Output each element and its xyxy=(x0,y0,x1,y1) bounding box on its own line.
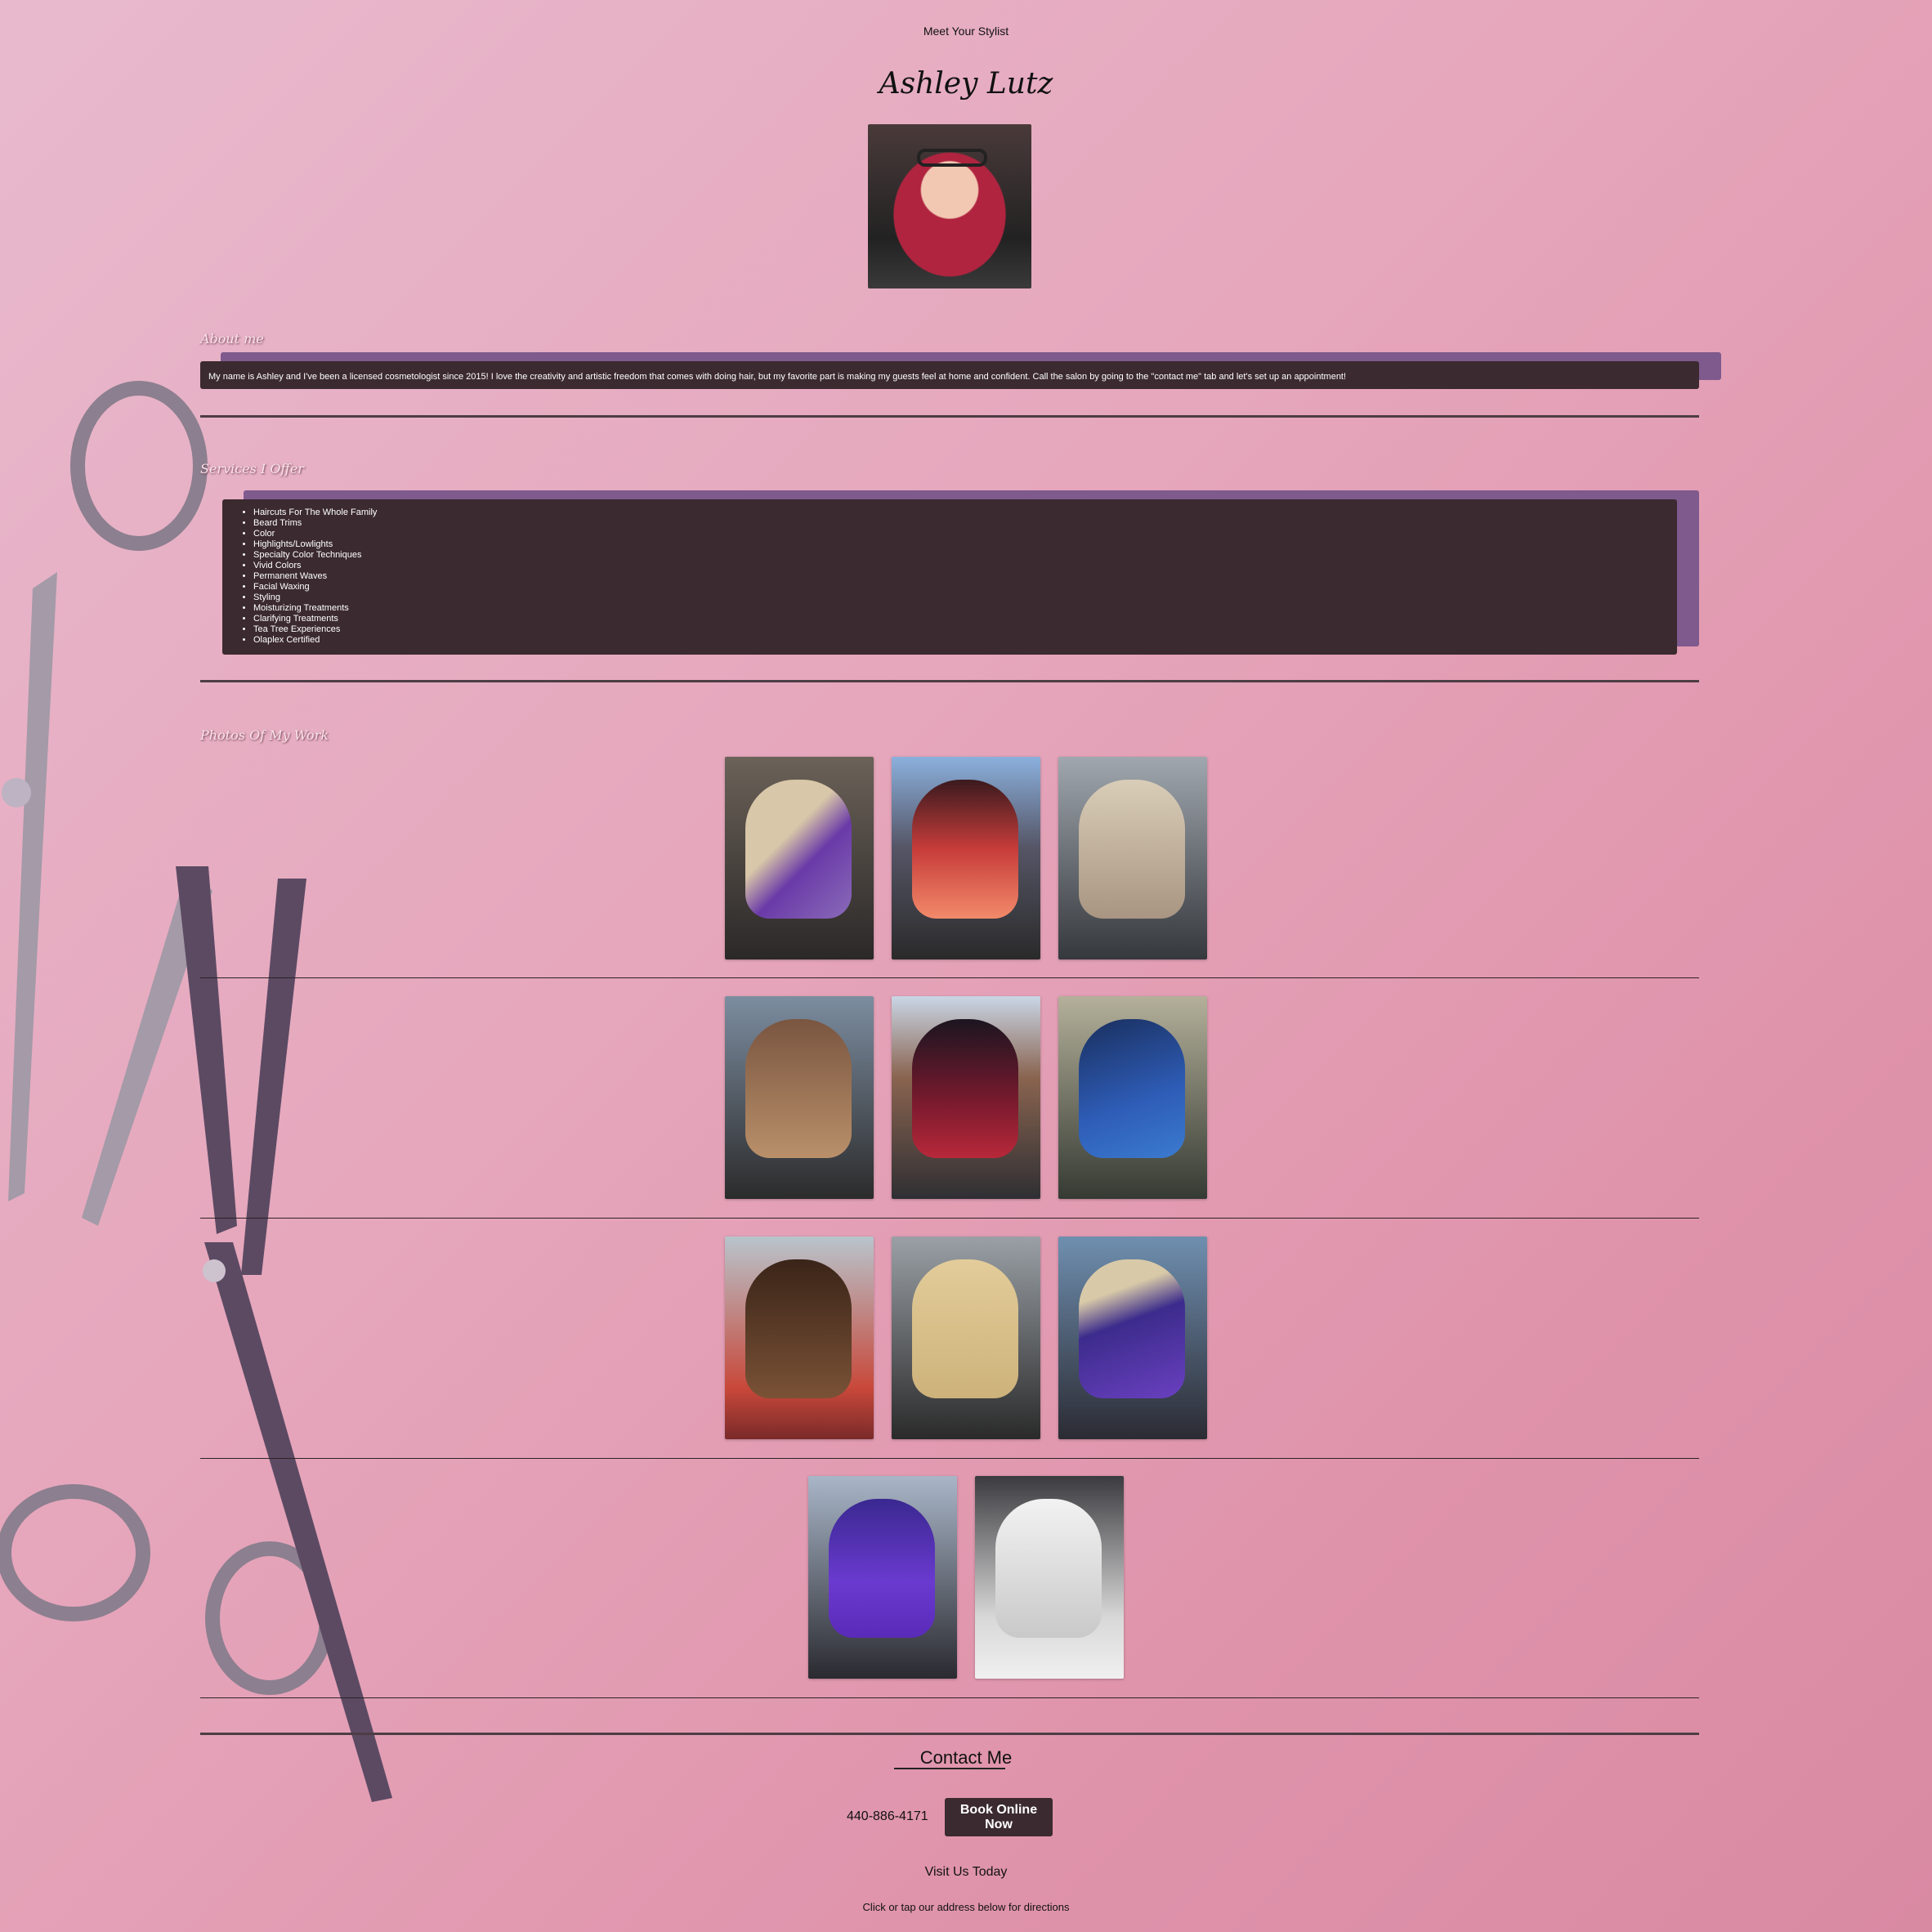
work-photo[interactable] xyxy=(1058,1237,1207,1439)
service-item: Facial Waxing xyxy=(253,582,1677,593)
about-text: My name is Ashley and I've been a licens… xyxy=(208,372,1347,382)
gallery-row xyxy=(0,996,1932,1199)
gallery-row xyxy=(0,757,1932,959)
work-photo[interactable] xyxy=(725,996,874,1199)
services-title: Services I Offer xyxy=(200,461,304,476)
work-photo[interactable] xyxy=(892,757,1040,959)
service-item: Color xyxy=(253,529,1677,539)
service-item: Haircuts For The Whole Family xyxy=(253,508,1677,518)
divider xyxy=(200,1458,1699,1459)
phone-number[interactable]: 440-886-4171 xyxy=(847,1809,928,1824)
work-photo[interactable] xyxy=(725,757,874,959)
work-photo[interactable] xyxy=(725,1237,874,1439)
service-item: Specialty Color Techniques xyxy=(253,550,1677,561)
directions-text: Click or tap our address below for direc… xyxy=(862,1901,1070,1913)
services-box: Haircuts For The Whole Family Beard Trim… xyxy=(222,499,1677,655)
service-item: Permanent Waves xyxy=(253,571,1677,582)
work-photo[interactable] xyxy=(808,1476,957,1679)
contact-underline xyxy=(894,1768,1005,1769)
gallery-row xyxy=(0,1476,1932,1679)
work-photo[interactable] xyxy=(1058,757,1207,959)
glasses-shape xyxy=(917,149,987,167)
visit-heading: Visit Us Today xyxy=(924,1865,1008,1879)
work-photo[interactable] xyxy=(892,996,1040,1199)
work-photo[interactable] xyxy=(975,1476,1124,1679)
divider xyxy=(200,1697,1699,1698)
divider xyxy=(200,977,1699,978)
divider xyxy=(200,415,1699,418)
work-photo[interactable] xyxy=(1058,996,1207,1199)
services-list: Haircuts For The Whole Family Beard Trim… xyxy=(222,499,1677,646)
about-title: About me xyxy=(200,331,264,347)
divider xyxy=(200,1218,1699,1219)
service-item: Moisturizing Treatments xyxy=(253,603,1677,614)
book-online-button[interactable]: Book Online Now xyxy=(945,1798,1053,1836)
service-item: Tea Tree Experiences xyxy=(253,624,1677,635)
gallery-row xyxy=(0,1237,1932,1439)
stylist-portrait xyxy=(868,124,1031,288)
gallery-title: Photos Of My Work xyxy=(200,727,329,743)
service-item: Styling xyxy=(253,593,1677,603)
service-item: Olaplex Certified xyxy=(253,635,1677,646)
page-kicker: Meet Your Stylist xyxy=(923,25,1009,38)
work-photo[interactable] xyxy=(892,1237,1040,1439)
about-box: My name is Ashley and I've been a licens… xyxy=(200,361,1699,389)
divider xyxy=(200,1733,1699,1735)
contact-title: Contact Me xyxy=(919,1747,1013,1768)
service-item: Highlights/Lowlights xyxy=(253,539,1677,550)
service-item: Clarifying Treatments xyxy=(253,614,1677,624)
stylist-page: Meet Your Stylist Ashley Lutz About me M… xyxy=(0,0,1932,1932)
service-item: Beard Trims xyxy=(253,518,1677,529)
service-item: Vivid Colors xyxy=(253,561,1677,571)
stylist-name: Ashley Lutz xyxy=(879,67,1053,101)
divider xyxy=(200,680,1699,682)
